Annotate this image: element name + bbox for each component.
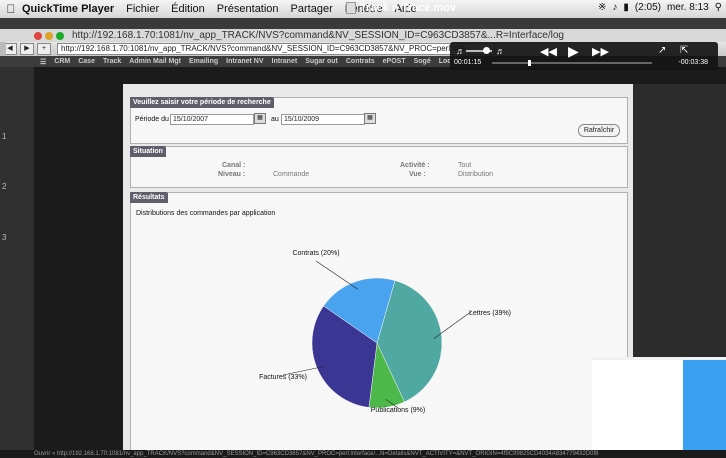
volume-knob[interactable] [483,47,490,54]
pie-label-publications: Publications (9%) [371,407,425,414]
pie-label-contrats: Contrats (20%) [292,250,339,257]
status-bar: Ouvrir « http://192.168.1.70:1081/nv_app… [0,450,726,458]
quicktime-controller: ♬ ♬ ◀◀ ▶ ▶▶ ↗ ⇱ 00:01:15 -00:03:38 [450,42,718,70]
playhead[interactable] [528,60,531,66]
share-icon[interactable]: ↗ [658,45,666,56]
movie-title: Track n Trace.mov [346,2,456,14]
fast-forward-icon[interactable]: ▶▶ [592,45,609,58]
overlay-blue-panel [683,360,726,450]
movie-file-icon [346,2,356,14]
volume-low-icon[interactable]: ♬ [456,46,465,56]
pie-label-factures: Factures (33%) [259,374,307,381]
play-icon[interactable]: ▶ [568,43,579,60]
fullscreen-icon[interactable]: ⇱ [680,45,688,56]
time-elapsed: 00:01:15 [454,59,482,66]
pie-label-lettres: Lettres (39%) [469,310,511,317]
timeline-scrubber[interactable] [492,62,652,64]
rewind-icon[interactable]: ◀◀ [540,45,557,58]
pie-leader-line [315,260,359,290]
time-remaining: -00:03:38 [678,59,708,66]
volume-high-icon[interactable]: ♬ [496,46,505,56]
